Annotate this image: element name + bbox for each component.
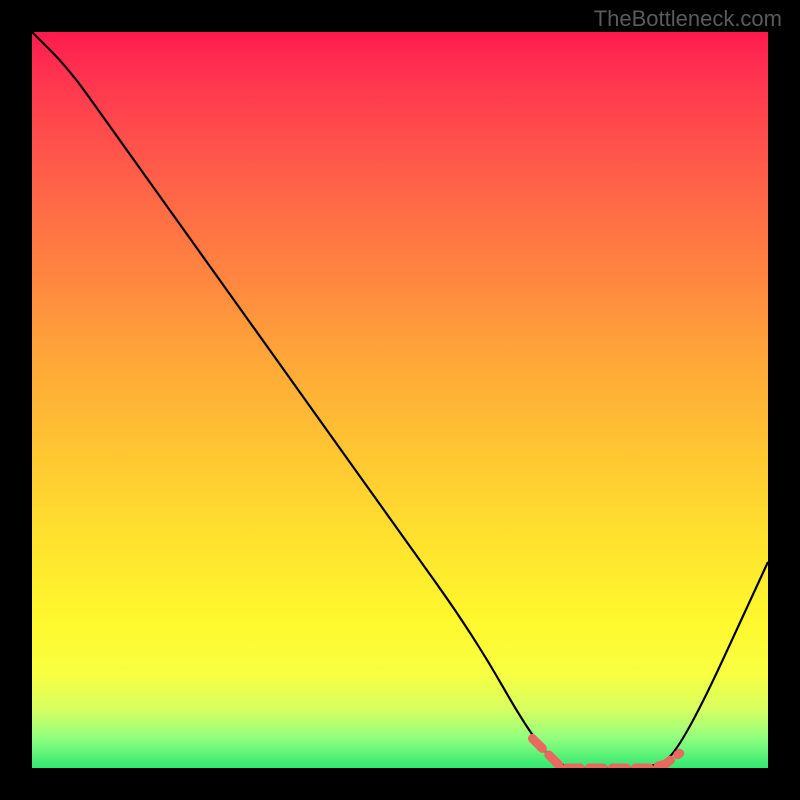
optimal-range-marker <box>532 739 679 768</box>
bottleneck-curve <box>32 32 768 768</box>
watermark-text: TheBottleneck.com <box>594 6 782 32</box>
chart-svg <box>32 32 768 768</box>
chart-area <box>32 32 768 768</box>
